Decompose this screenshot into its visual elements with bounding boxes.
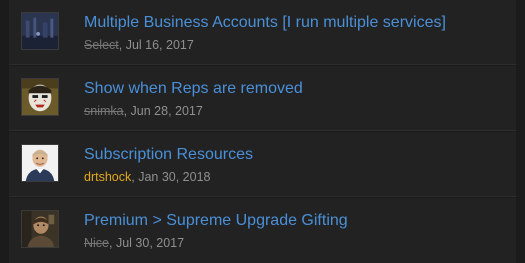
thread-title-link[interactable]: Multiple Business Accounts [I run multip… — [84, 14, 446, 32]
thread-author-link[interactable]: drtshock — [84, 170, 131, 184]
thread-title-link[interactable]: Show when Reps are removed — [84, 80, 303, 98]
thread-meta: drtshock, Jan 30, 2018 — [84, 170, 210, 184]
thread-row: Subscription Resources drtshock, Jan 30,… — [9, 132, 516, 197]
thread-meta: Select, Jul 16, 2017 — [84, 38, 194, 52]
man-photo-avatar[interactable] — [21, 144, 59, 182]
portrait-photo-avatar-image — [22, 211, 58, 247]
thread-date: , Jul 16, 2017 — [118, 38, 194, 52]
thread-row: Premium > Supreme Upgrade Gifting Nice, … — [9, 198, 516, 263]
thread-author-link[interactable]: snimka — [84, 104, 124, 118]
dark-scene-avatar[interactable] — [21, 12, 59, 50]
thread-row: Multiple Business Accounts [I run multip… — [9, 0, 516, 65]
portrait-photo-avatar[interactable] — [21, 210, 59, 248]
thread-meta: Nice, Jul 30, 2017 — [84, 236, 184, 250]
dark-scene-avatar-image — [22, 13, 58, 49]
thread-title-link[interactable]: Subscription Resources — [84, 146, 253, 164]
thread-author-link[interactable]: Select — [84, 38, 119, 52]
thread-list: Multiple Business Accounts [I run multip… — [0, 0, 525, 263]
man-photo-avatar-image — [22, 145, 58, 181]
thread-date: , Jan 30, 2018 — [131, 170, 211, 184]
thread-row: Show when Reps are removed snimka, Jun 2… — [9, 66, 516, 131]
thread-date: , Jun 28, 2017 — [123, 104, 203, 118]
thread-meta: snimka, Jun 28, 2017 — [84, 104, 203, 118]
thread-author-link[interactable]: Nice — [84, 236, 109, 250]
masked-face-avatar-image — [22, 79, 58, 115]
thread-date: , Jul 30, 2017 — [109, 236, 185, 250]
thread-title-link[interactable]: Premium > Supreme Upgrade Gifting — [84, 212, 348, 230]
masked-face-avatar[interactable] — [21, 78, 59, 116]
